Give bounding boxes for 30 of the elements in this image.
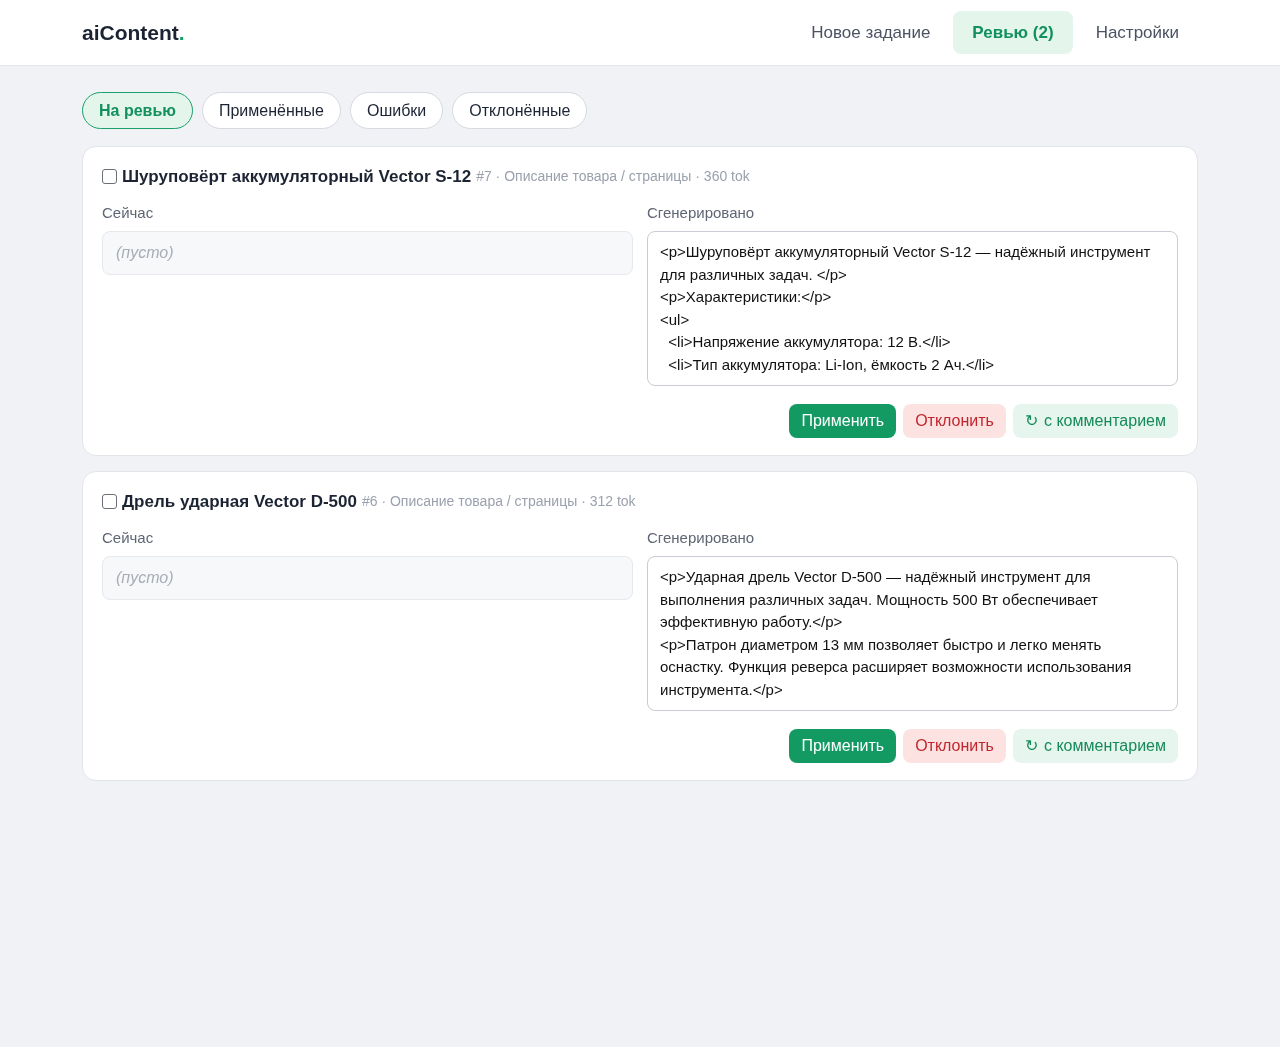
refresh-icon: ↻ — [1024, 734, 1038, 758]
item-title: Шуруповёрт аккумуляторный Vector S-12 — [122, 166, 472, 188]
nav-tab[interactable]: Ревью (2) — [953, 11, 1073, 54]
reject-button[interactable]: Отклонить — [903, 729, 1006, 763]
filter-tab[interactable]: Отклонённые — [452, 92, 588, 129]
refresh-icon: ↻ — [1024, 409, 1038, 433]
nav-tab[interactable]: Новое задание — [792, 11, 950, 54]
comment-button[interactable]: ↻ с комментарием — [1012, 404, 1178, 438]
checkbox[interactable] — [102, 169, 117, 185]
filter-tab[interactable]: На ревью — [82, 92, 193, 129]
filter-tab[interactable]: Применённые — [201, 92, 341, 129]
current-field[interactable]: (пусто) — [102, 556, 633, 600]
field-label: Сейчас — [102, 202, 155, 223]
apply-button[interactable]: Применить — [789, 729, 897, 763]
current-field[interactable]: (пусто) — [102, 231, 633, 275]
checkbox[interactable] — [102, 494, 117, 510]
item-meta: #6 · Описание товара / страницы · 312 tok — [361, 492, 636, 512]
logo: aiContent. — [82, 19, 185, 46]
apply-button[interactable]: Применить — [789, 404, 897, 438]
reject-button[interactable]: Отклонить — [903, 404, 1006, 438]
field-label: Сгенерировано — [647, 527, 756, 548]
field-label: Сгенерировано — [647, 202, 756, 223]
item-meta: #7 · Описание товара / страницы · 360 tok — [476, 167, 750, 187]
field-label: Сейчас — [102, 527, 155, 548]
generated-field[interactable]: <p>Шуруповёрт аккумуляторный Vector S-12 — надёжный инструмент для различных задач. </p> <p>Характеристики:</p> <ul> <li>Напряжение аккумулятора: 12 В.</li> <li>Тип аккумулятора: Li-Ion, ёмкость 2 Ач.</li> — [647, 231, 1178, 386]
generated-field[interactable]: <p>Ударная дрель Vector D-500 — надёжный инструмент для выполнения различных задач. Мощность 500 Вт обеспечивает эффективную работу.</p> <p>Патрон диаметром 13 мм позволяет быстро и легко менять оснастку. Функция реверса расширяет возможности использования инструмента.</p> — [647, 556, 1178, 711]
filter-tab[interactable]: Ошибки — [349, 92, 444, 129]
comment-button[interactable]: ↻ с комментарием — [1012, 729, 1178, 763]
item-title: Дрель ударная Vector D-500 — [122, 491, 357, 513]
nav-tab[interactable]: Настройки — [1076, 11, 1198, 54]
